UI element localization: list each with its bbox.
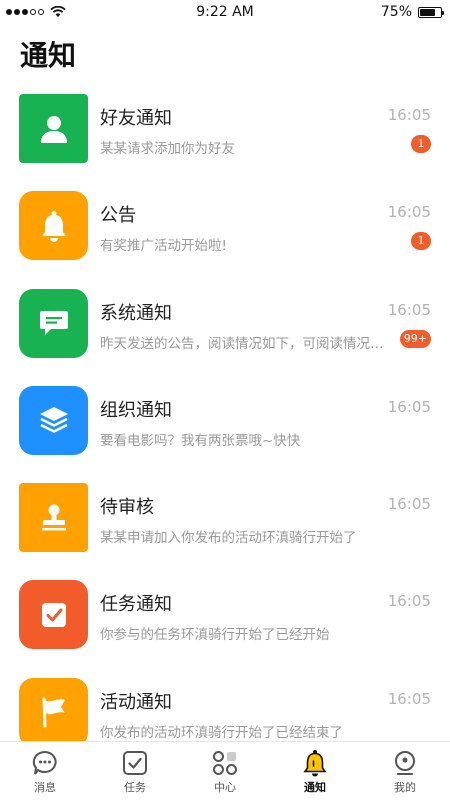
battery-percent: 75%: [380, 4, 412, 20]
stamp-icon: [41, 504, 66, 531]
item-time: 16:05: [387, 106, 431, 124]
friend-tile: [19, 94, 88, 163]
user-icon: [40, 115, 67, 143]
message-icon: [39, 311, 68, 336]
profile-icon: [392, 750, 418, 776]
tab-center[interactable]: 中心: [180, 742, 270, 800]
page-title: 通知: [20, 39, 77, 72]
organization-tile: [19, 385, 88, 455]
tab-label: 我的: [394, 781, 416, 794]
layers-icon: [39, 407, 68, 434]
item-subtitle: 某某请求添加你为好友: [100, 141, 235, 157]
item-time: 16:05: [387, 495, 431, 514]
tab-label: 任务: [124, 781, 146, 794]
item-subtitle: 有奖推广活动开始啦!: [100, 238, 227, 255]
system-tile: [19, 288, 88, 358]
review-tile: [19, 483, 88, 553]
grid-icon: [212, 750, 238, 776]
item-time: 16:05: [387, 592, 431, 611]
activity-tile: [19, 677, 88, 747]
unread-badge: 99+: [399, 329, 431, 348]
item-title: 活动通知: [100, 691, 172, 713]
bell-icon: [302, 750, 328, 777]
notification-item-task[interactable]: 任务通知 16:05 你参与的任务环滇骑行开始了已经开始: [0, 576, 450, 673]
tab-notifications[interactable]: 通知: [270, 742, 360, 800]
item-time: 16:05: [387, 689, 431, 708]
item-subtitle: 某某申请加入你发布的活动环滇骑行开始了: [100, 530, 357, 547]
item-subtitle: 你发布的活动环滇骑行开始了已经结束了: [100, 724, 343, 741]
task-icon: [122, 750, 148, 776]
notification-item-review[interactable]: 待审核 16:05 某某申请加入你发布的活动环滇骑行开始了: [0, 479, 450, 576]
tab-bar: 消息 任务 中心 通知 我的: [0, 741, 450, 800]
item-subtitle: 昨天发送的公告，阅读情况如下，可阅读情况如下: [100, 335, 385, 352]
tab-label: 中心: [214, 781, 236, 794]
checkbox-icon: [41, 602, 66, 627]
chat-icon: [32, 750, 58, 776]
item-subtitle: 要看电影吗？我有两张票哦~快快: [100, 432, 301, 449]
flag-icon: [42, 697, 65, 728]
item-title: 任务通知: [100, 594, 172, 616]
status-right: 75%: [380, 4, 444, 20]
item-title: 待审核: [100, 497, 154, 519]
tab-label: 消息: [34, 781, 56, 794]
battery-icon: [418, 6, 444, 18]
item-time: 16:05: [387, 300, 431, 319]
tab-messages[interactable]: 消息: [0, 742, 90, 800]
bell-icon: [41, 210, 66, 242]
status-bar: 9:22 AM 75%: [0, 0, 450, 26]
item-title: 组织通知: [100, 399, 172, 421]
notification-list: 好友通知 16:05 某某请求添加你为好友 1 公告 16:05 有奖推广活动开…: [0, 90, 450, 771]
notification-item-organization[interactable]: 组织通知 16:05 要看电影吗？我有两张票哦~快快: [0, 382, 450, 479]
item-title: 公告: [100, 205, 136, 227]
item-subtitle: 你参与的任务环滇骑行开始了已经开始: [100, 627, 330, 644]
unread-badge: 1: [411, 232, 431, 251]
announcement-tile: [19, 191, 88, 261]
item-time: 16:05: [387, 203, 431, 222]
item-time: 16:05: [387, 397, 431, 416]
tab-label: 通知: [304, 781, 326, 794]
notification-item-friend[interactable]: 好友通知 16:05 某某请求添加你为好友 1: [0, 90, 450, 187]
unread-badge: 1: [411, 135, 431, 153]
notification-item-announcement[interactable]: 公告 16:05 有奖推广活动开始啦! 1: [0, 187, 450, 284]
notification-item-system[interactable]: 系统通知 16:05 昨天发送的公告，阅读情况如下，可阅读情况如下 99+: [0, 285, 450, 382]
item-title: 系统通知: [100, 302, 172, 324]
item-title: 好友通知: [100, 108, 172, 129]
tab-profile[interactable]: 我的: [360, 742, 450, 800]
task-tile: [19, 580, 88, 650]
tab-tasks[interactable]: 任务: [90, 742, 180, 800]
